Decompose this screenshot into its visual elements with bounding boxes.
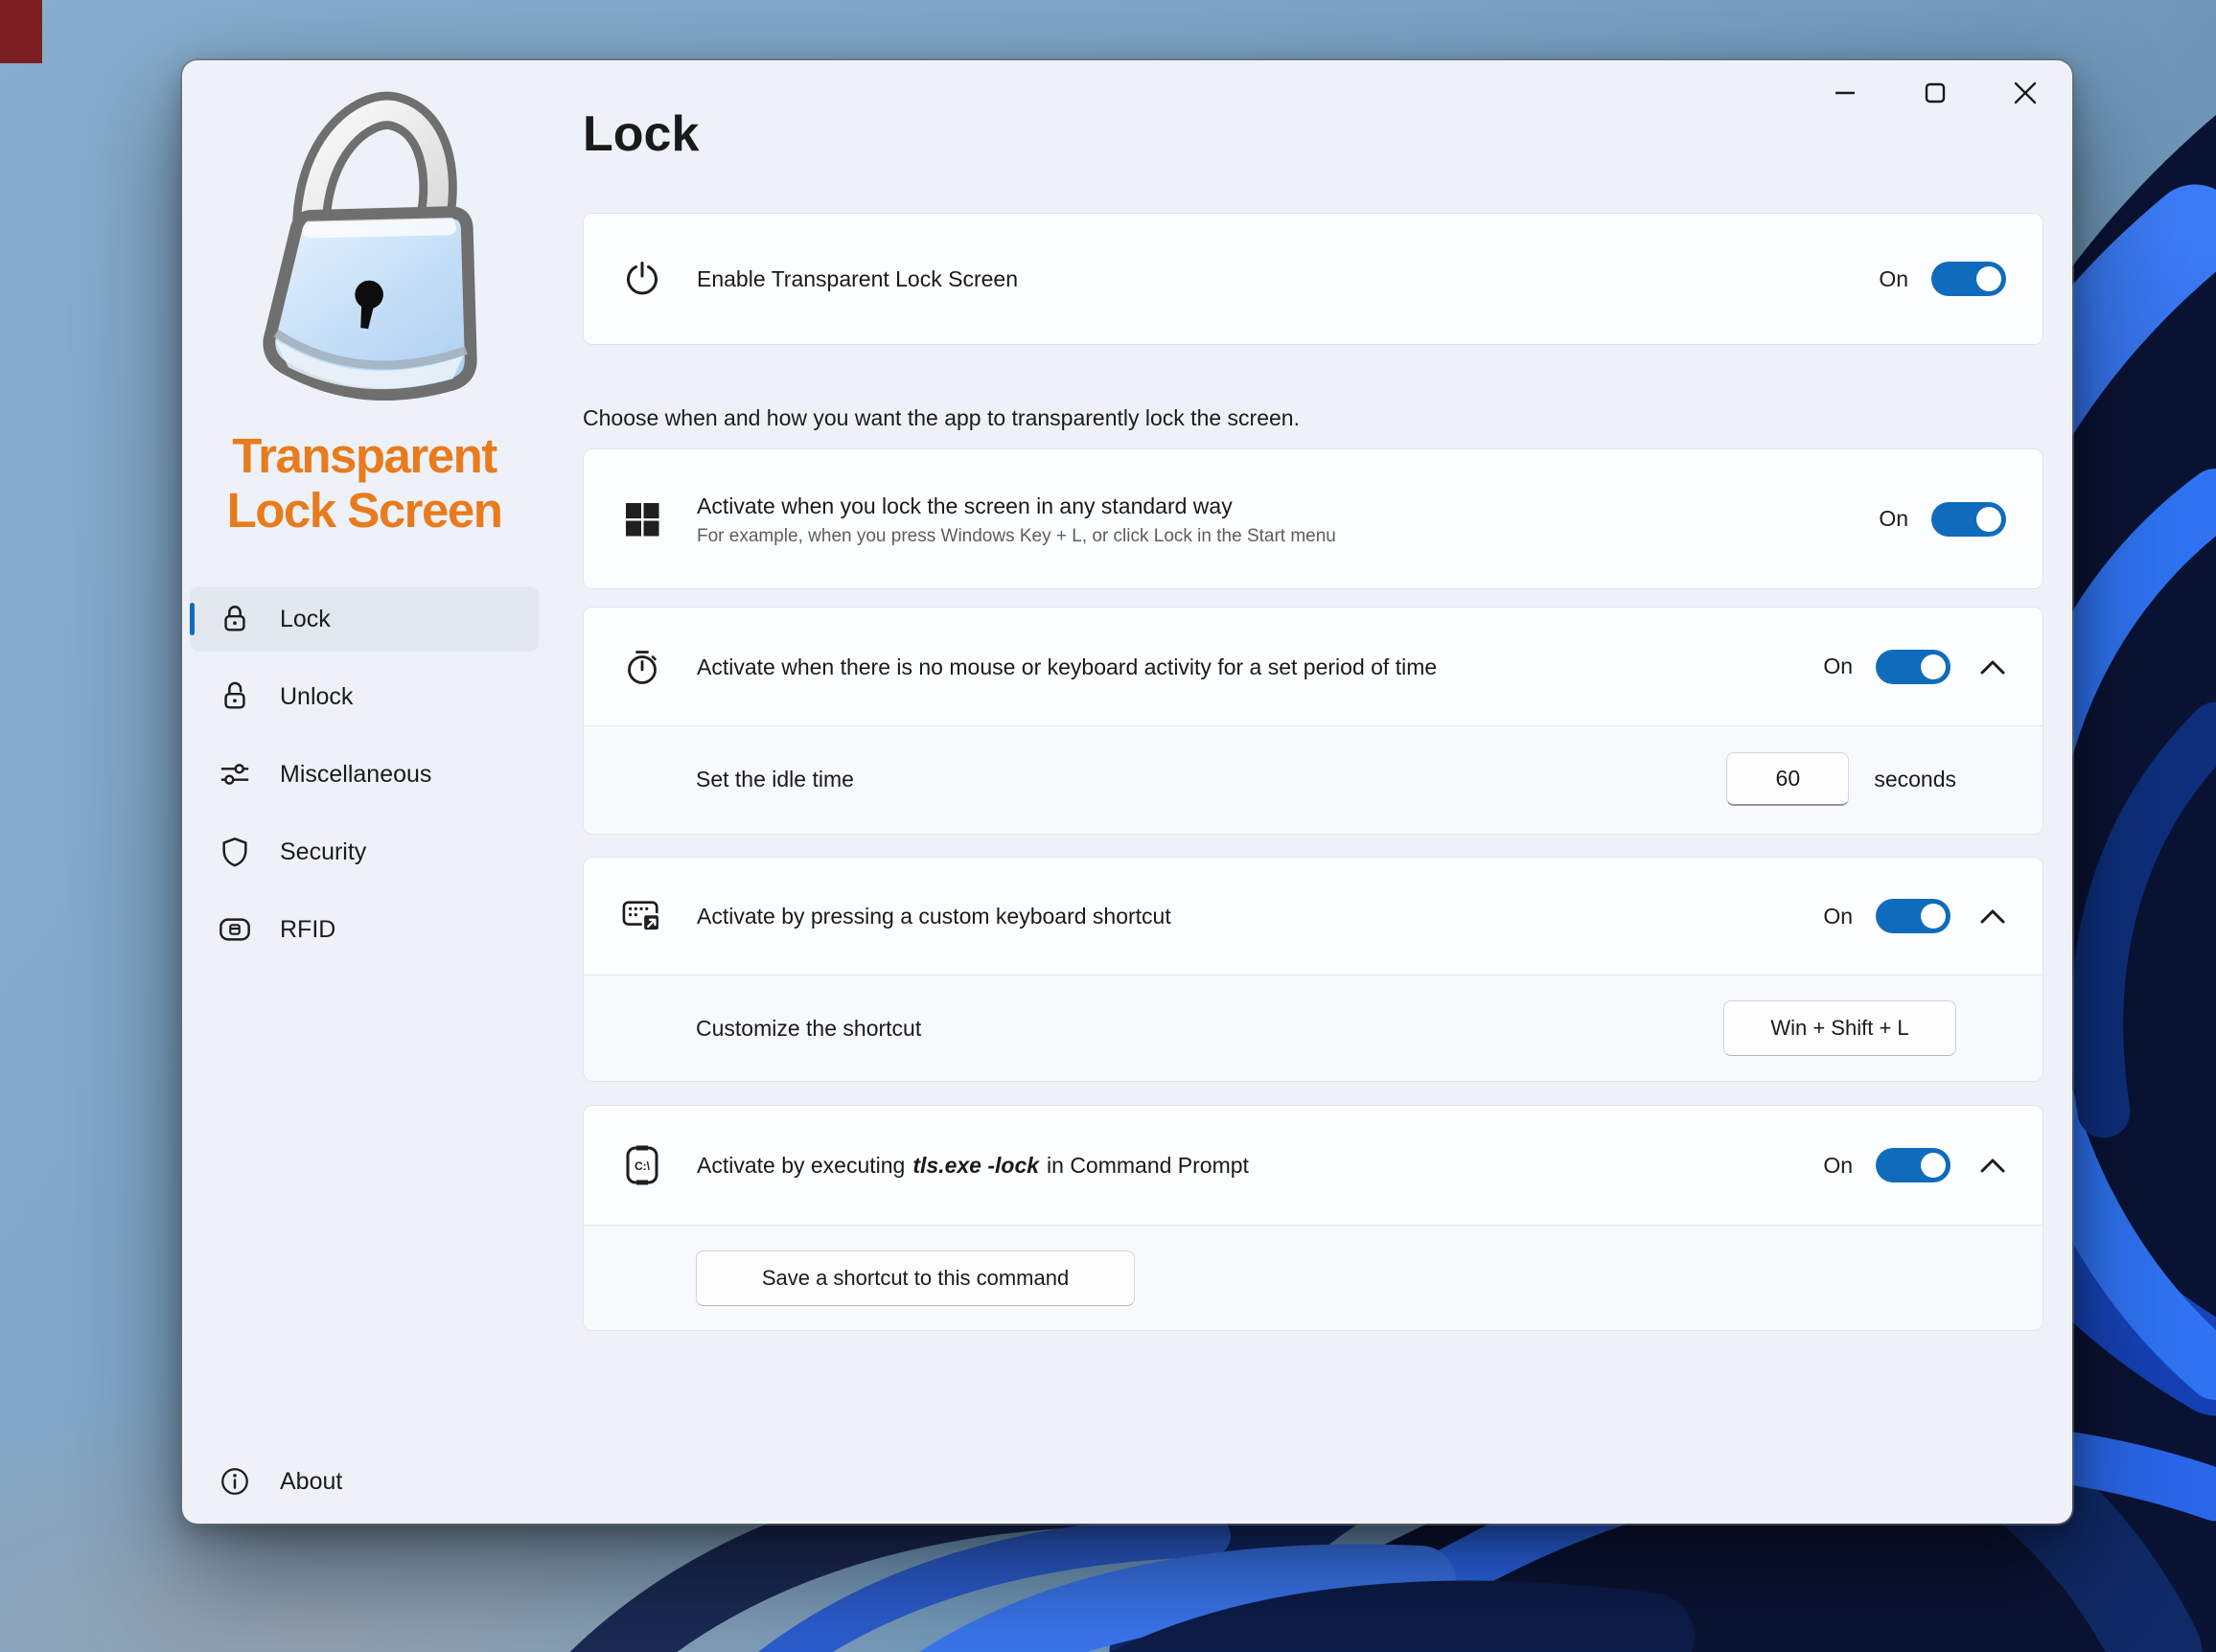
app-window: Transparent Lock Screen Lock Unlock Misc… — [182, 60, 2072, 1524]
standard-lock-title: Activate when you lock the screen in any… — [697, 493, 1233, 518]
idle-time-input[interactable] — [1726, 752, 1850, 806]
customize-shortcut-row: Customize the shortcut Win + Shift + L — [584, 975, 2043, 1081]
power-icon — [622, 260, 662, 298]
page-title: Lock — [583, 106, 700, 162]
command-prompt-card: C:\ Activate by executing tls.exe -lock in… — [583, 1105, 2043, 1331]
about-label: About — [280, 1467, 343, 1495]
toggle-knob — [1976, 266, 2001, 291]
idle-activation-card: Activate when there is no mouse or keybo… — [583, 607, 2043, 835]
toggle-knob — [1976, 506, 2001, 532]
toggle-knob — [1921, 654, 1946, 679]
timer-icon — [622, 648, 662, 686]
keyboard-shortcut-icon — [622, 897, 662, 935]
desktop: Transparent Lock Screen Lock Unlock Misc… — [0, 0, 2216, 1652]
main-content: Lock Enable Transparent Lock Screen On C… — [583, 60, 2043, 1524]
idle-toggle-state: On — [1823, 654, 1853, 678]
standard-lock-subtitle: For example, when you press Windows Key … — [697, 525, 1336, 546]
toggle-knob — [1921, 904, 1946, 929]
shield-icon — [219, 836, 251, 868]
sidebar-item-security[interactable]: Security — [190, 819, 539, 884]
command-title-prefix: Activate by executing — [697, 1153, 906, 1178]
close-icon — [2014, 81, 2037, 104]
sidebar-item-label: RFID — [280, 915, 336, 943]
idle-expander-header[interactable]: Activate when there is no mouse or keybo… — [584, 608, 2043, 725]
idle-toggle[interactable] — [1876, 649, 1951, 684]
app-logo-line2: Lock Screen — [226, 483, 503, 538]
sidebar-item-lock[interactable]: Lock — [190, 586, 539, 652]
sidebar-item-label: Miscellaneous — [280, 760, 432, 788]
enable-toggle-state: On — [1879, 265, 1908, 291]
chevron-up-icon[interactable] — [1979, 1157, 2006, 1174]
toggle-knob — [1921, 1153, 1946, 1178]
standard-lock-toggle[interactable] — [1931, 501, 2006, 537]
screen-corner-artifact — [0, 0, 42, 63]
shortcut-expander-header[interactable]: Activate by pressing a custom keyboard s… — [584, 858, 2043, 975]
shortcut-value-button[interactable]: Win + Shift + L — [1723, 1000, 1956, 1056]
keyboard-shortcut-card: Activate by pressing a custom keyboard s… — [583, 857, 2043, 1082]
window-caption-buttons — [1783, 70, 2053, 116]
save-shortcut-row: Save a shortcut to this command — [584, 1225, 2043, 1330]
idle-time-label: Set the idle time — [696, 766, 854, 792]
info-icon — [219, 1465, 251, 1498]
sidebar-item-label: Security — [280, 837, 367, 865]
maximize-icon — [1925, 82, 1946, 103]
sidebar-item-label: Lock — [280, 605, 331, 632]
standard-toggle-state: On — [1879, 506, 1908, 531]
enable-toggle[interactable] — [1931, 262, 2006, 296]
sidebar: Transparent Lock Screen Lock Unlock Misc… — [182, 60, 546, 1524]
section-caption: Choose when and how you want the app to … — [583, 405, 1300, 430]
enable-label: Enable Transparent Lock Screen — [697, 266, 1018, 291]
enable-card: Enable Transparent Lock Screen On — [583, 213, 2043, 345]
idle-title: Activate when there is no mouse or keybo… — [697, 654, 1438, 679]
shortcut-toggle-state: On — [1823, 903, 1853, 929]
idle-time-row: Set the idle time seconds — [584, 725, 2043, 832]
close-button[interactable] — [1997, 70, 2053, 116]
standard-lock-card: Activate when you lock the screen in any… — [583, 448, 2043, 589]
command-toggle-state: On — [1823, 1152, 1853, 1178]
customize-shortcut-label: Customize the shortcut — [696, 1015, 922, 1041]
command-expander-header[interactable]: C:\ Activate by executing tls.exe -lock in… — [584, 1106, 2043, 1225]
chevron-up-icon[interactable] — [1979, 658, 2006, 676]
unlock-icon — [219, 680, 251, 713]
app-logo-text: Transparent Lock Screen — [182, 428, 546, 538]
shortcut-title: Activate by pressing a custom keyboard s… — [697, 904, 1171, 929]
lock-icon — [219, 603, 251, 635]
chevron-up-icon[interactable] — [1979, 907, 2006, 925]
sidebar-item-unlock[interactable]: Unlock — [190, 664, 539, 729]
command-title-command: tls.exe -lock — [912, 1153, 1040, 1178]
minimize-icon — [1835, 91, 1855, 95]
command-title-suffix: in Command Prompt — [1047, 1153, 1249, 1178]
sidebar-item-miscellaneous[interactable]: Miscellaneous — [190, 742, 539, 807]
rfid-card-icon — [219, 913, 251, 946]
app-logo-line1: Transparent — [232, 428, 497, 483]
shortcut-toggle[interactable] — [1876, 899, 1951, 933]
sidebar-nav: Lock Unlock Miscellaneous Security RFID — [190, 586, 539, 975]
command-toggle[interactable] — [1876, 1148, 1951, 1182]
sidebar-item-about[interactable]: About — [190, 1449, 539, 1514]
windows-logo-icon — [622, 501, 662, 538]
command-title: Activate by executing tls.exe -lock in Com… — [697, 1151, 1249, 1180]
idle-time-unit: seconds — [1874, 766, 1956, 792]
sliders-icon — [219, 758, 251, 791]
sidebar-item-rfid[interactable]: RFID — [190, 897, 539, 962]
padlock-logo — [263, 91, 477, 402]
sidebar-item-label: Unlock — [280, 682, 354, 710]
command-prompt-icon: C:\ — [622, 1145, 662, 1185]
minimize-button[interactable] — [1817, 70, 1873, 116]
maximize-button[interactable] — [1907, 70, 1963, 116]
save-shortcut-button[interactable]: Save a shortcut to this command — [696, 1250, 1135, 1306]
svg-text:C:\: C:\ — [635, 1159, 651, 1173]
